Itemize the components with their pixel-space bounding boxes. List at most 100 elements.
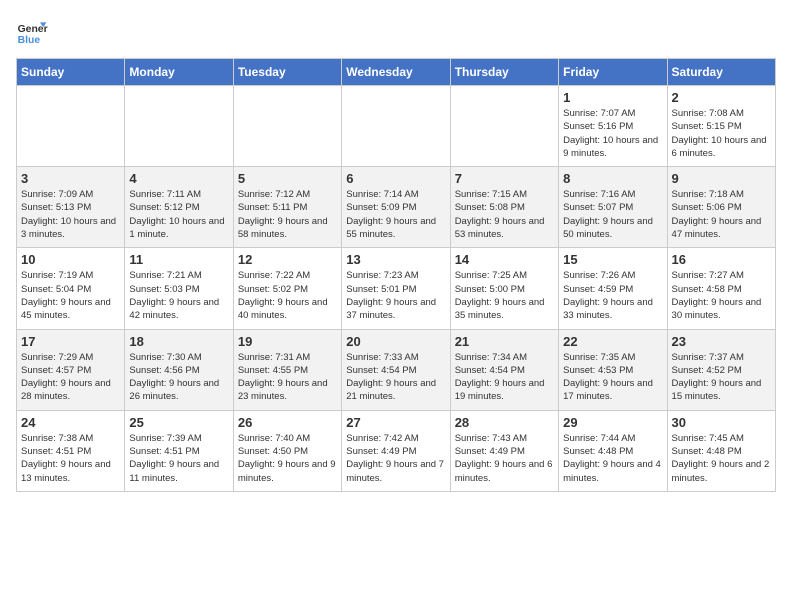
day-number: 27 (346, 415, 445, 430)
calendar-cell: 8Sunrise: 7:16 AM Sunset: 5:07 PM Daylig… (559, 167, 667, 248)
day-number: 3 (21, 171, 120, 186)
day-number: 28 (455, 415, 554, 430)
day-number: 26 (238, 415, 337, 430)
calendar-cell: 17 Sunrise: 7:29 AM Sunset: 4:57 PM Dayli… (17, 329, 125, 410)
day-info: Sunrise: 7:38 AM Sunset: 4:51 PM Dayligh… (21, 432, 120, 485)
day-info: Sunrise: 7:22 AM Sunset: 5:02 PM Dayligh… (238, 269, 337, 322)
day-number: 2 (672, 90, 771, 105)
day-info: Sunrise: 7:42 AM Sunset: 4:49 PM Dayligh… (346, 432, 445, 485)
logo-icon: General Blue (16, 16, 48, 48)
calendar-cell: 14 Sunrise: 7:25 AM Sunset: 5:00 PM Dayli… (450, 248, 558, 329)
calendar-cell: 26Sunrise: 7:40 AM Sunset: 4:50 PM Dayli… (233, 410, 341, 491)
calendar-row: 24Sunrise: 7:38 AM Sunset: 4:51 PM Dayli… (17, 410, 776, 491)
calendar-cell: 27 Sunrise: 7:42 AM Sunset: 4:49 PM Dayli… (342, 410, 450, 491)
day-number: 21 (455, 334, 554, 349)
calendar-cell (125, 86, 233, 167)
day-number: 13 (346, 252, 445, 267)
calendar-cell: 19 Sunrise: 7:31 AM Sunset: 4:55 PM Dayli… (233, 329, 341, 410)
calendar-header-row: SundayMondayTuesdayWednesdayThursdayFrid… (17, 59, 776, 86)
day-info: Sunrise: 7:43 AM Sunset: 4:49 PM Dayligh… (455, 432, 554, 485)
calendar-row: 17 Sunrise: 7:29 AM Sunset: 4:57 PM Dayli… (17, 329, 776, 410)
day-number: 4 (129, 171, 228, 186)
day-info: Sunrise: 7:08 AM Sunset: 5:15 PM Dayligh… (672, 107, 771, 160)
calendar-cell: 28 Sunrise: 7:43 AM Sunset: 4:49 PM Dayli… (450, 410, 558, 491)
day-info: Sunrise: 7:12 AM Sunset: 5:11 PM Dayligh… (238, 188, 337, 241)
day-info: Sunrise: 7:25 AM Sunset: 5:00 PM Dayligh… (455, 269, 554, 322)
day-info: Sunrise: 7:29 AM Sunset: 4:57 PM Dayligh… (21, 351, 120, 404)
calendar-cell: 18 Sunrise: 7:30 AM Sunset: 4:56 PM Dayli… (125, 329, 233, 410)
calendar-cell: 29 Sunrise: 7:44 AM Sunset: 4:48 PM Dayli… (559, 410, 667, 491)
calendar-row: 10 Sunrise: 7:19 AM Sunset: 5:04 PM Dayli… (17, 248, 776, 329)
day-number: 25 (129, 415, 228, 430)
day-number: 30 (672, 415, 771, 430)
day-number: 19 (238, 334, 337, 349)
day-number: 14 (455, 252, 554, 267)
day-number: 22 (563, 334, 662, 349)
calendar-cell: 5 Sunrise: 7:12 AM Sunset: 5:11 PM Daylig… (233, 167, 341, 248)
day-info: Sunrise: 7:23 AM Sunset: 5:01 PM Dayligh… (346, 269, 445, 322)
day-info: Sunrise: 7:26 AM Sunset: 4:59 PM Dayligh… (563, 269, 662, 322)
day-info: Sunrise: 7:31 AM Sunset: 4:55 PM Dayligh… (238, 351, 337, 404)
calendar-cell: 13 Sunrise: 7:23 AM Sunset: 5:01 PM Dayli… (342, 248, 450, 329)
calendar-cell: 15Sunrise: 7:26 AM Sunset: 4:59 PM Dayli… (559, 248, 667, 329)
calendar-row: 1 Sunrise: 7:07 AM Sunset: 5:16 PM Daylig… (17, 86, 776, 167)
calendar-cell: 12 Sunrise: 7:22 AM Sunset: 5:02 PM Dayli… (233, 248, 341, 329)
calendar-cell: 30 Sunrise: 7:45 AM Sunset: 4:48 PM Dayli… (667, 410, 775, 491)
day-info: Sunrise: 7:27 AM Sunset: 4:58 PM Dayligh… (672, 269, 771, 322)
calendar-cell: 21 Sunrise: 7:34 AM Sunset: 4:54 PM Dayli… (450, 329, 558, 410)
calendar-cell: 22 Sunrise: 7:35 AM Sunset: 4:53 PM Dayli… (559, 329, 667, 410)
day-info: Sunrise: 7:11 AM Sunset: 5:12 PM Dayligh… (129, 188, 228, 241)
day-number: 6 (346, 171, 445, 186)
day-header-tuesday: Tuesday (233, 59, 341, 86)
day-info: Sunrise: 7:14 AM Sunset: 5:09 PM Dayligh… (346, 188, 445, 241)
day-info: Sunrise: 7:15 AM Sunset: 5:08 PM Dayligh… (455, 188, 554, 241)
day-info: Sunrise: 7:07 AM Sunset: 5:16 PM Dayligh… (563, 107, 662, 160)
day-info: Sunrise: 7:19 AM Sunset: 5:04 PM Dayligh… (21, 269, 120, 322)
day-header-thursday: Thursday (450, 59, 558, 86)
calendar-cell: 6 Sunrise: 7:14 AM Sunset: 5:09 PM Daylig… (342, 167, 450, 248)
calendar-cell: 11 Sunrise: 7:21 AM Sunset: 5:03 PM Dayli… (125, 248, 233, 329)
day-number: 18 (129, 334, 228, 349)
day-info: Sunrise: 7:37 AM Sunset: 4:52 PM Dayligh… (672, 351, 771, 404)
day-number: 10 (21, 252, 120, 267)
calendar-cell: 1 Sunrise: 7:07 AM Sunset: 5:16 PM Daylig… (559, 86, 667, 167)
calendar-cell (17, 86, 125, 167)
day-number: 20 (346, 334, 445, 349)
calendar-cell: 24Sunrise: 7:38 AM Sunset: 4:51 PM Dayli… (17, 410, 125, 491)
day-header-saturday: Saturday (667, 59, 775, 86)
day-number: 1 (563, 90, 662, 105)
day-info: Sunrise: 7:39 AM Sunset: 4:51 PM Dayligh… (129, 432, 228, 485)
calendar-cell: 20 Sunrise: 7:33 AM Sunset: 4:54 PM Dayli… (342, 329, 450, 410)
calendar-row: 3 Sunrise: 7:09 AM Sunset: 5:13 PM Daylig… (17, 167, 776, 248)
day-info: Sunrise: 7:09 AM Sunset: 5:13 PM Dayligh… (21, 188, 120, 241)
day-info: Sunrise: 7:45 AM Sunset: 4:48 PM Dayligh… (672, 432, 771, 485)
day-header-sunday: Sunday (17, 59, 125, 86)
day-number: 16 (672, 252, 771, 267)
calendar-cell: 7Sunrise: 7:15 AM Sunset: 5:08 PM Daylig… (450, 167, 558, 248)
day-number: 12 (238, 252, 337, 267)
day-info: Sunrise: 7:30 AM Sunset: 4:56 PM Dayligh… (129, 351, 228, 404)
day-info: Sunrise: 7:21 AM Sunset: 5:03 PM Dayligh… (129, 269, 228, 322)
day-number: 11 (129, 252, 228, 267)
calendar-cell: 10 Sunrise: 7:19 AM Sunset: 5:04 PM Dayli… (17, 248, 125, 329)
day-header-friday: Friday (559, 59, 667, 86)
day-info: Sunrise: 7:33 AM Sunset: 4:54 PM Dayligh… (346, 351, 445, 404)
calendar-cell: 9 Sunrise: 7:18 AM Sunset: 5:06 PM Daylig… (667, 167, 775, 248)
day-info: Sunrise: 7:34 AM Sunset: 4:54 PM Dayligh… (455, 351, 554, 404)
day-info: Sunrise: 7:35 AM Sunset: 4:53 PM Dayligh… (563, 351, 662, 404)
day-number: 9 (672, 171, 771, 186)
calendar-cell: 2 Sunrise: 7:08 AM Sunset: 5:15 PM Daylig… (667, 86, 775, 167)
calendar-cell: 25 Sunrise: 7:39 AM Sunset: 4:51 PM Dayli… (125, 410, 233, 491)
day-header-monday: Monday (125, 59, 233, 86)
calendar-cell: 3 Sunrise: 7:09 AM Sunset: 5:13 PM Daylig… (17, 167, 125, 248)
day-number: 17 (21, 334, 120, 349)
day-info: Sunrise: 7:44 AM Sunset: 4:48 PM Dayligh… (563, 432, 662, 485)
calendar-cell (450, 86, 558, 167)
calendar-cell (342, 86, 450, 167)
svg-text:Blue: Blue (18, 35, 41, 46)
day-header-wednesday: Wednesday (342, 59, 450, 86)
day-info: Sunrise: 7:18 AM Sunset: 5:06 PM Dayligh… (672, 188, 771, 241)
day-number: 29 (563, 415, 662, 430)
day-number: 5 (238, 171, 337, 186)
calendar-table: SundayMondayTuesdayWednesdayThursdayFrid… (16, 58, 776, 492)
